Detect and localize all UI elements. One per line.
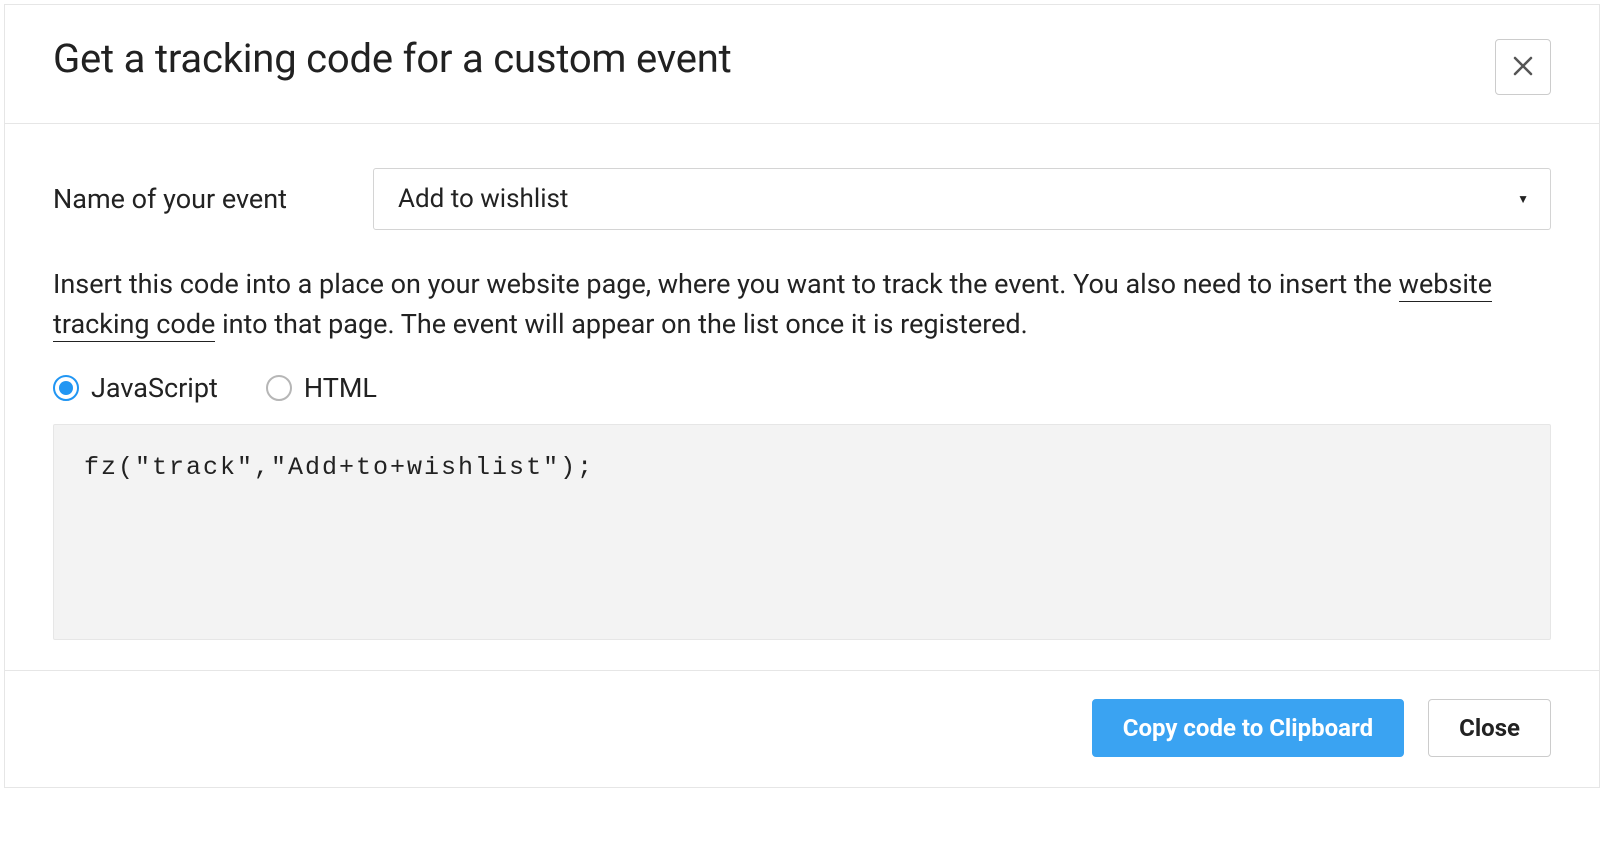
instruction-part1: Insert this code into a place on your we…	[53, 268, 1399, 300]
copy-code-button[interactable]: Copy code to Clipboard	[1092, 699, 1404, 757]
radio-javascript-label: JavaScript	[91, 372, 218, 404]
event-name-row: Name of your event ▼	[53, 168, 1551, 230]
code-snippet-box[interactable]: fz("track","Add+to+wishlist");	[53, 424, 1551, 640]
radio-icon	[266, 375, 292, 401]
modal-tracking-code: Get a tracking code for a custom event N…	[4, 4, 1600, 788]
radio-html[interactable]: HTML	[266, 372, 377, 404]
radio-javascript[interactable]: JavaScript	[53, 372, 218, 404]
event-name-label: Name of your event	[53, 183, 373, 215]
modal-title: Get a tracking code for a custom event	[53, 35, 732, 82]
code-format-radio-group: JavaScript HTML	[53, 372, 1551, 404]
close-icon	[1513, 52, 1533, 83]
modal-body: Name of your event ▼ Insert this code in…	[5, 124, 1599, 670]
close-button[interactable]: Close	[1428, 699, 1551, 757]
event-name-select[interactable]	[373, 168, 1551, 230]
modal-footer: Copy code to Clipboard Close	[5, 670, 1599, 787]
event-select-wrap: ▼	[373, 168, 1551, 230]
radio-html-label: HTML	[304, 372, 377, 404]
close-icon-button[interactable]	[1495, 39, 1551, 95]
modal-header: Get a tracking code for a custom event	[5, 5, 1599, 124]
instruction-text: Insert this code into a place on your we…	[53, 264, 1551, 344]
instruction-part2: into that page. The event will appear on…	[215, 308, 1027, 340]
radio-icon	[53, 375, 79, 401]
